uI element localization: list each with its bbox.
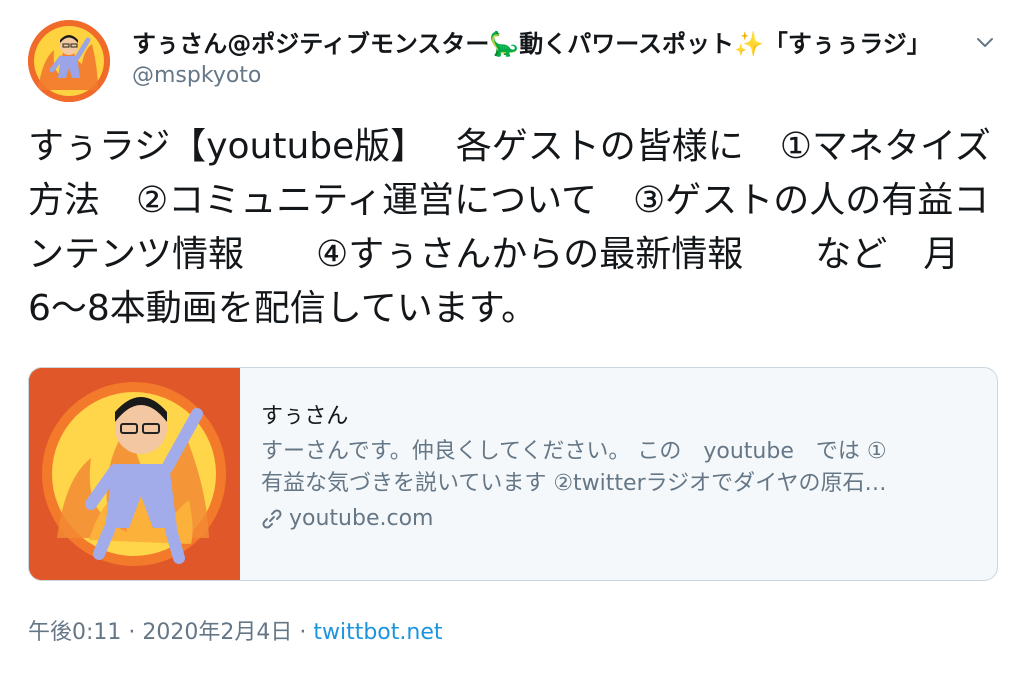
more-options-button[interactable]	[970, 28, 1000, 58]
card-description: すーさんです。仲良くしてください。 この youtube では ① 有益な気づき…	[261, 436, 977, 500]
flame-avatar-icon	[28, 20, 110, 102]
tweet-date[interactable]: 2020年2月4日	[142, 620, 292, 645]
user-handle[interactable]: @mspkyoto	[132, 61, 261, 91]
card-domain-text: youtube.com	[289, 506, 434, 531]
link-card[interactable]: すぅさん すーさんです。仲良くしてください。 この youtube では ① 有…	[28, 367, 998, 581]
card-title: すぅさん	[261, 404, 349, 429]
chevron-down-icon	[977, 38, 993, 47]
profile-avatar-icon[interactable]	[28, 20, 110, 102]
link-icon	[262, 509, 282, 529]
tweet-source-link[interactable]: twittbot.net	[313, 620, 442, 645]
card-description-line: すーさんです。仲良くしてください。 この youtube では ①	[261, 439, 887, 464]
card-description-line: 有益な気づきを説いています ②twitterラジオでダイヤの原石…	[261, 471, 887, 496]
tweet-meta: 午後0:11 · 2020年2月4日 · twittbot.net	[28, 618, 443, 648]
tweet-text: すぅラジ【youtube版】 各ゲストの皆様に ①マネタイズ方法 ②コミュニティ…	[28, 126, 991, 329]
tweet-time[interactable]: 午後0:11	[28, 620, 121, 645]
display-name[interactable]: すぅさん@ポジティブモンスター🦕動くパワースポット✨「すぅぅラジ」	[132, 28, 958, 60]
meta-separator: ·	[292, 620, 314, 645]
channel-thumbnail-icon	[29, 368, 240, 580]
meta-separator: ·	[121, 620, 143, 645]
card-domain: youtube.com	[261, 504, 977, 534]
